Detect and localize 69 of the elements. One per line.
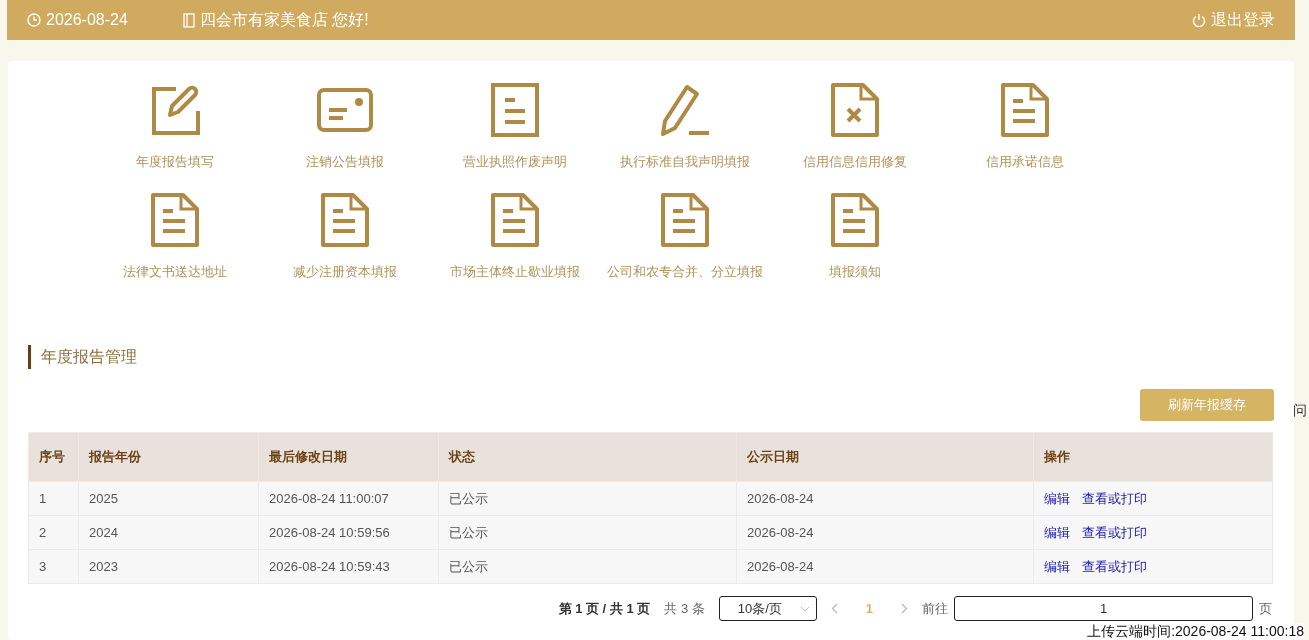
current-date: 2026-08-24 <box>46 11 128 29</box>
table-cell: 2023 <box>78 549 259 584</box>
column-header: 状态 <box>438 432 737 482</box>
chevron-down-icon <box>799 605 810 612</box>
shortcut-item[interactable]: 减少注册资本填报 <box>260 191 430 291</box>
table-cell: 2026-08-24 10:59:56 <box>258 515 439 550</box>
table-cell: 2024 <box>78 515 259 550</box>
previous-page-icon[interactable] <box>830 603 838 614</box>
document-icon <box>1001 83 1049 137</box>
shortcut-item[interactable]: 注销公告填报 <box>260 81 430 181</box>
view-print-link[interactable]: 查看或打印 <box>1082 523 1147 542</box>
table-cell: 2026-08-24 10:59:43 <box>258 549 439 584</box>
document-icon <box>491 83 539 137</box>
page-summary: 第 1 页 / 共 1 页 <box>558 599 651 618</box>
column-header: 报告年份 <box>78 432 259 482</box>
document-icon <box>321 193 369 247</box>
table-cell: 3 <box>28 549 79 584</box>
edit-link[interactable]: 编辑 <box>1044 523 1070 542</box>
pencil-icon <box>659 83 711 137</box>
edit-link[interactable]: 编辑 <box>1044 489 1070 508</box>
page-suffix: 页 <box>1259 599 1272 618</box>
page-number[interactable]: 1 <box>859 601 879 616</box>
notebook-icon <box>182 12 195 28</box>
side-text: 问 <box>1293 402 1307 420</box>
document-icon <box>661 193 709 247</box>
shortcut-item[interactable]: 营业执照作废声明 <box>430 81 600 181</box>
shortcut-item[interactable]: 信用信息信用修复 <box>770 81 940 181</box>
table-cell: 2025 <box>78 481 259 516</box>
refresh-cache-button[interactable]: 刷新年报缓存 <box>1140 389 1274 421</box>
id-card-icon <box>317 88 373 132</box>
shortcut-item[interactable]: 填报须知 <box>770 191 940 291</box>
table-cell: 已公示 <box>438 549 737 584</box>
edit-link[interactable]: 编辑 <box>1044 557 1070 576</box>
page-input[interactable]: 1 <box>954 596 1253 621</box>
document-icon <box>151 193 199 247</box>
document-icon <box>831 193 879 247</box>
upload-time: 上传云端时间:2026-08-24 11:00:18 <box>1087 623 1304 639</box>
table-cell: 2026-08-24 <box>736 481 1034 516</box>
section-title: 年度报告管理 <box>28 345 1274 369</box>
total-count: 共 3 条 <box>664 599 705 618</box>
view-print-link[interactable]: 查看或打印 <box>1082 557 1147 576</box>
table-cell: 2026-08-24 <box>736 549 1034 584</box>
edit-icon <box>150 85 200 135</box>
shortcut-item[interactable]: 年度报告填写 <box>90 81 260 181</box>
shortcut-item[interactable]: 法律文书送达地址 <box>90 191 260 291</box>
document-icon <box>491 193 539 247</box>
column-header: 序号 <box>28 432 79 482</box>
page-size-select[interactable]: 10条/页 <box>718 596 817 621</box>
table-cell: 已公示 <box>438 515 737 550</box>
goto-label: 前往 <box>922 599 948 618</box>
shortcut-item[interactable]: 公司和农专合并、分立填报 <box>600 191 770 291</box>
shortcut-item[interactable]: 信用承诺信息 <box>940 81 1110 181</box>
table-cell: 已公示 <box>438 481 737 516</box>
shortcut-item[interactable]: 市场主体终止歇业填报 <box>430 191 600 291</box>
table-cell: 2026-08-24 <box>736 515 1034 550</box>
power-icon <box>1192 13 1206 27</box>
column-header: 公示日期 <box>736 432 1034 482</box>
table-cell: 1 <box>28 481 79 516</box>
table-cell: 2026-08-24 11:00:07 <box>258 481 439 516</box>
greeting-text: 四会市有家美食店 您好! <box>199 9 369 30</box>
view-print-link[interactable]: 查看或打印 <box>1082 489 1147 508</box>
next-page-icon[interactable] <box>901 603 908 614</box>
table-cell: 2 <box>28 515 79 550</box>
document-x-icon <box>831 83 879 137</box>
column-header: 最后修改日期 <box>258 432 439 482</box>
column-header: 操作 <box>1033 432 1273 482</box>
shortcut-item[interactable]: 执行标准自我声明填报 <box>600 81 770 181</box>
clock-icon <box>27 13 41 27</box>
logout-button[interactable]: 退出登录 <box>1192 9 1275 31</box>
